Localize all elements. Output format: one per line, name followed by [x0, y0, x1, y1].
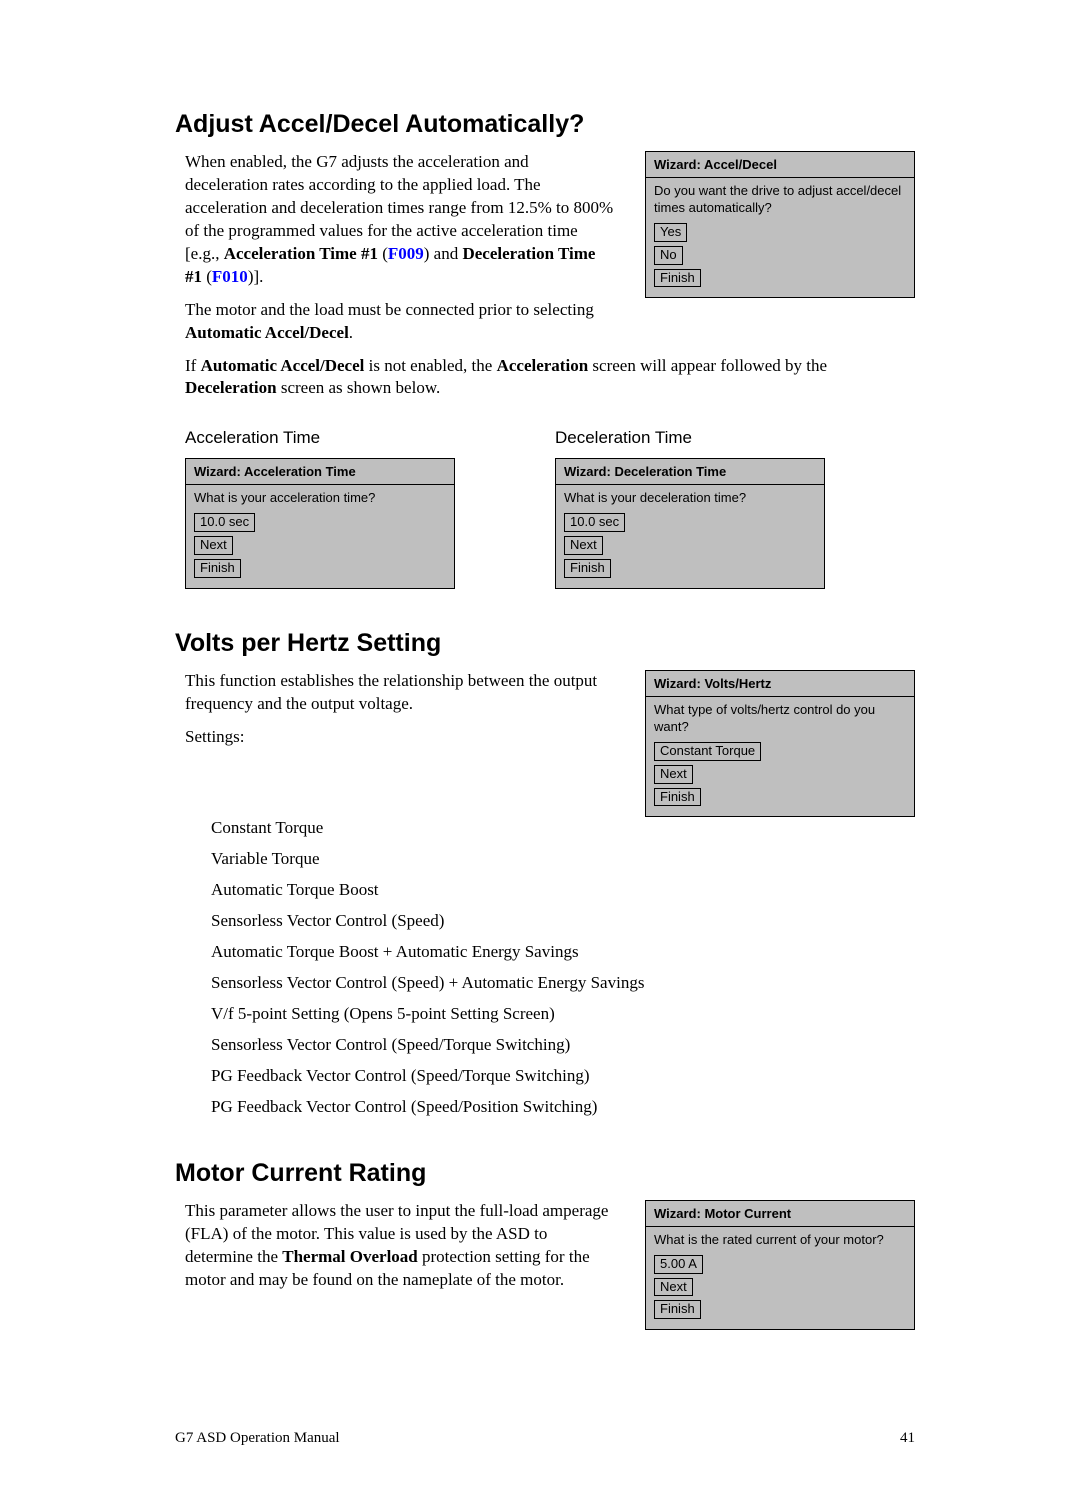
wizard-acceleration-time: Wizard: Acceleration Time What is your a…	[185, 458, 455, 589]
value-field[interactable]: 5.00 A	[654, 1255, 703, 1274]
value-field[interactable]: 10.0 sec	[194, 513, 255, 532]
finish-button[interactable]: Finish	[654, 788, 701, 807]
text-frag: )].	[248, 267, 264, 286]
settings-list: Constant Torque Variable Torque Automati…	[211, 817, 915, 1118]
wizard-header: Wizard: Deceleration Time	[556, 459, 824, 485]
wizard-deceleration-time: Wizard: Deceleration Time What is your d…	[555, 458, 825, 589]
wizard-header: Wizard: Acceleration Time	[186, 459, 454, 485]
settings-item: Sensorless Vector Control (Speed/Torque …	[211, 1034, 915, 1057]
text-frag: ) and	[424, 244, 463, 263]
wizard-volts-hertz: Wizard: Volts/Hertz What type of volts/h…	[645, 670, 915, 817]
settings-item: Automatic Torque Boost + Automatic Energ…	[211, 941, 915, 964]
link-f009[interactable]: F009	[388, 244, 424, 263]
settings-item: Constant Torque	[211, 817, 915, 840]
text-bold: Deceleration	[185, 378, 277, 397]
heading-volts-per-hertz: Volts per Hertz Setting	[175, 629, 915, 658]
finish-button[interactable]: Finish	[654, 269, 701, 288]
wizard-question: What is the rated current of your motor?	[654, 1232, 906, 1249]
next-button[interactable]: Next	[564, 536, 603, 555]
finish-button[interactable]: Finish	[564, 559, 611, 578]
wizard-accel-decel: Wizard: Accel/Decel Do you want the driv…	[645, 151, 915, 298]
text-bold: Automatic Accel/Decel	[185, 323, 349, 342]
heading-motor-current-rating: Motor Current Rating	[175, 1159, 915, 1188]
text-frag: screen as shown below.	[277, 378, 441, 397]
wizard-motor-current: Wizard: Motor Current What is the rated …	[645, 1200, 915, 1331]
value-field[interactable]: Constant Torque	[654, 742, 761, 761]
value-field[interactable]: 10.0 sec	[564, 513, 625, 532]
subhead-accel-time: Acceleration Time	[185, 428, 455, 448]
heading-adjust-accel-decel: Adjust Accel/Decel Automatically?	[175, 110, 915, 139]
settings-item: Variable Torque	[211, 848, 915, 871]
settings-item: Automatic Torque Boost	[211, 879, 915, 902]
section1-para3: If Automatic Accel/Decel is not enabled,…	[185, 355, 915, 401]
text-bold: Automatic Accel/Decel	[201, 356, 365, 375]
text-frag: screen will appear followed by the	[588, 356, 827, 375]
finish-button[interactable]: Finish	[654, 1300, 701, 1319]
section2-para1: This function establishes the relationsh…	[185, 670, 615, 716]
next-button[interactable]: Next	[194, 536, 233, 555]
wizard-question: Do you want the drive to adjust accel/de…	[654, 183, 906, 217]
footer-left: G7 ASD Operation Manual	[175, 1430, 340, 1447]
settings-item: PG Feedback Vector Control (Speed/Positi…	[211, 1096, 915, 1119]
text-frag: .	[349, 323, 353, 342]
subhead-decel-time: Deceleration Time	[555, 428, 825, 448]
wizard-question: What is your deceleration time?	[564, 490, 816, 507]
text-bold: Acceleration Time #1	[224, 244, 378, 263]
settings-item: Sensorless Vector Control (Speed) + Auto…	[211, 972, 915, 995]
wizard-question: What is your acceleration time?	[194, 490, 446, 507]
wizard-header: Wizard: Accel/Decel	[646, 152, 914, 178]
next-button[interactable]: Next	[654, 1278, 693, 1297]
no-button[interactable]: No	[654, 246, 683, 265]
text-frag: If	[185, 356, 201, 375]
link-f010[interactable]: F010	[212, 267, 248, 286]
wizard-question: What type of volts/hertz control do you …	[654, 702, 906, 736]
text-frag: The motor and the load must be connected…	[185, 300, 594, 319]
section3-para1: This parameter allows the user to input …	[185, 1200, 615, 1292]
settings-item: Sensorless Vector Control (Speed)	[211, 910, 915, 933]
text-frag: is not enabled, the	[364, 356, 496, 375]
text-bold: Acceleration	[497, 356, 589, 375]
text-bold: Thermal Overload	[282, 1247, 418, 1266]
wizard-header: Wizard: Volts/Hertz	[646, 671, 914, 697]
section1-para2: The motor and the load must be connected…	[185, 299, 615, 345]
settings-item: PG Feedback Vector Control (Speed/Torque…	[211, 1065, 915, 1088]
next-button[interactable]: Next	[654, 765, 693, 784]
yes-button[interactable]: Yes	[654, 223, 687, 242]
finish-button[interactable]: Finish	[194, 559, 241, 578]
footer-page-number: 41	[900, 1430, 915, 1447]
wizard-header: Wizard: Motor Current	[646, 1201, 914, 1227]
section1-para1: When enabled, the G7 adjusts the acceler…	[185, 151, 615, 289]
settings-item: V/f 5-point Setting (Opens 5-point Setti…	[211, 1003, 915, 1026]
settings-label: Settings:	[185, 726, 615, 749]
